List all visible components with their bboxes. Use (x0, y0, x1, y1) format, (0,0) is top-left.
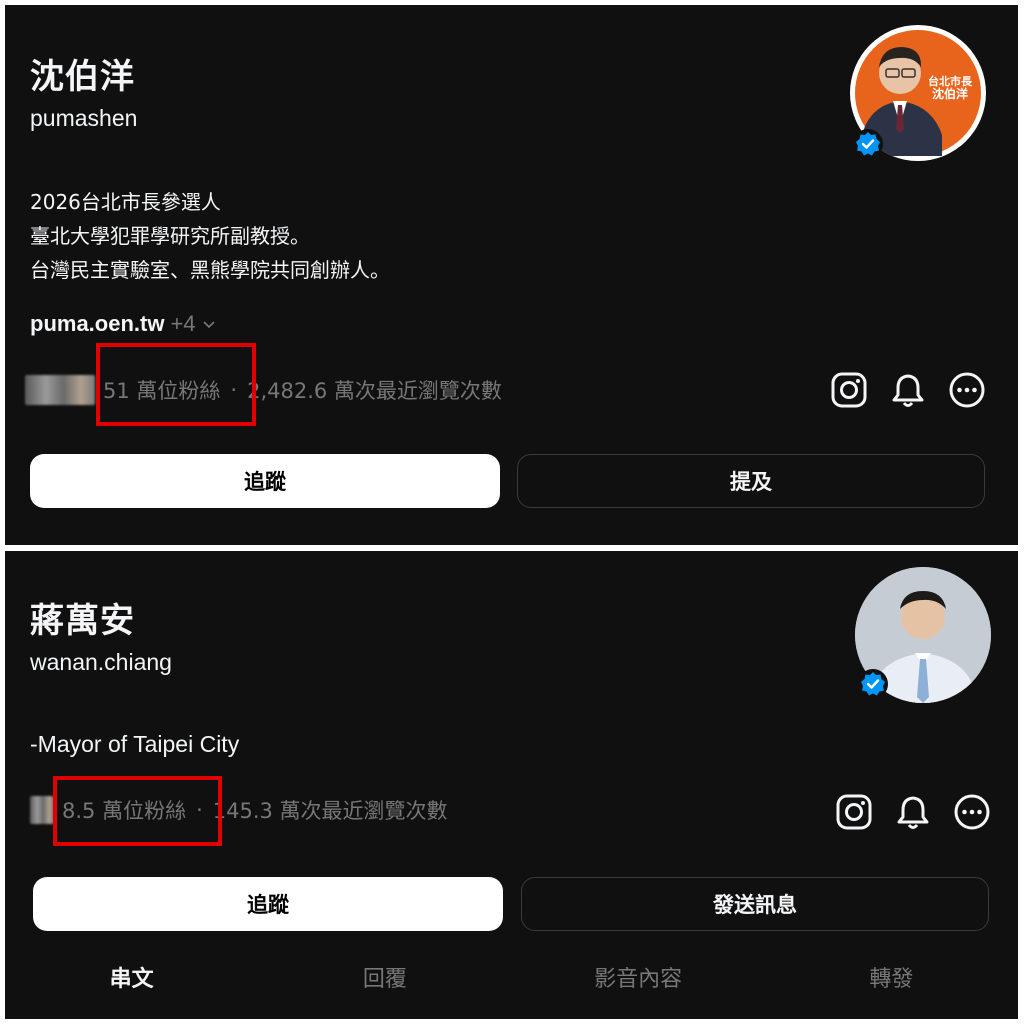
more-options-icon[interactable] (953, 793, 991, 831)
chevron-down-icon (203, 321, 215, 329)
tab-replies[interactable]: 回覆 (258, 961, 511, 993)
profile-name: 沈伯洋 (30, 57, 135, 97)
profile-link[interactable]: puma.oen.tw (30, 311, 164, 336)
verified-badge-icon (853, 129, 883, 159)
follower-avatars-blurred (30, 796, 54, 824)
profile-handle: pumashen (30, 105, 138, 131)
more-options-icon[interactable] (948, 371, 986, 409)
mention-button[interactable]: 提及 (517, 454, 985, 508)
tab-media[interactable]: 影音內容 (512, 961, 765, 993)
tab-threads[interactable]: 串文 (5, 961, 258, 993)
avatar-sign-line2: 沈伯洋 (931, 87, 968, 101)
more-links-count: +4 (170, 311, 196, 336)
view-count: 2,482.6 萬次最近瀏覽次數 (247, 379, 502, 403)
profile-actions (830, 371, 986, 409)
follower-avatars-blurred (25, 375, 95, 405)
bio-line: 台灣民主實驗室、黑熊學院共同創辦人。 (30, 258, 390, 282)
follow-button[interactable]: 追蹤 (33, 877, 503, 931)
bell-icon[interactable] (890, 371, 926, 409)
bio-line: 臺北大學犯罪學研究所副教授。 (30, 224, 310, 248)
profile-links: puma.oen.tw +4 (30, 311, 216, 337)
profile-card-pumashen: 沈伯洋 pumashen 台北市長 沈伯洋 2026台北市長參選人 臺北大學犯罪… (5, 5, 1018, 545)
verified-badge-icon (858, 669, 888, 699)
profile-bio: 2026台北市長參選人 臺北大學犯罪學研究所副教授。 台灣民主實驗室、黑熊學院共… (30, 185, 390, 287)
bio-line: -Mayor of Taipei City (30, 731, 240, 757)
view-count: 145.3 萬次最近瀏覽次數 (212, 799, 448, 823)
red-highlight-box (96, 343, 256, 426)
bell-icon[interactable] (895, 793, 931, 831)
red-highlight-box (53, 776, 222, 846)
profile-actions (835, 793, 991, 831)
profile-card-wanan-chiang: 蔣萬安 wanan.chiang -Mayor of Taipei City 8… (5, 551, 1018, 1019)
instagram-icon[interactable] (830, 371, 868, 409)
instagram-icon[interactable] (835, 793, 873, 831)
profile-name: 蔣萬安 (30, 601, 135, 641)
profile-handle: wanan.chiang (30, 649, 172, 675)
bio-line: 2026台北市長參選人 (30, 190, 221, 214)
follow-button[interactable]: 追蹤 (30, 454, 500, 508)
avatar-sign: 台北市長 沈伯洋 (928, 75, 972, 101)
more-links-button[interactable]: +4 (170, 311, 215, 336)
tab-reposts[interactable]: 轉發 (765, 961, 1018, 993)
profile-bio: -Mayor of Taipei City (30, 727, 239, 761)
profile-tabs: 串文 回覆 影音內容 轉發 (5, 961, 1018, 993)
send-message-button[interactable]: 發送訊息 (521, 877, 989, 931)
